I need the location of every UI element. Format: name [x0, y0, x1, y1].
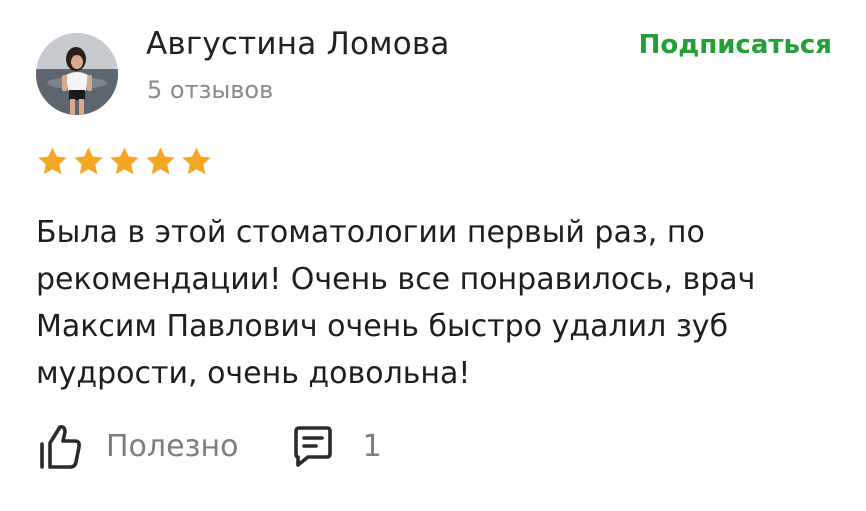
star-icon [180, 146, 213, 177]
comment-icon [290, 423, 336, 469]
star-icon [72, 146, 105, 177]
author-reviews-count: 5 отзывов [147, 76, 274, 104]
comments-count: 1 [362, 428, 382, 464]
subscribe-button[interactable]: Подписаться [639, 30, 832, 60]
review-text: Была в этой стоматологии первый раз, по … [36, 215, 756, 391]
review-card: Августина Ломова 5 отзывов Подписаться Б… [0, 0, 866, 511]
author-name[interactable]: Августина Ломова [146, 26, 450, 62]
thumbs-up-icon [36, 421, 86, 471]
helpful-button[interactable]: Полезно [36, 421, 238, 471]
user-photo-avatar-icon [36, 33, 118, 115]
star-icon [36, 146, 69, 177]
avatar[interactable] [36, 33, 118, 115]
comments-button[interactable]: 1 [290, 423, 382, 469]
review-actions: Полезно 1 [36, 420, 382, 472]
rating-stars [36, 146, 213, 177]
helpful-label: Полезно [106, 428, 239, 464]
star-icon [108, 146, 141, 177]
star-icon [144, 146, 177, 177]
